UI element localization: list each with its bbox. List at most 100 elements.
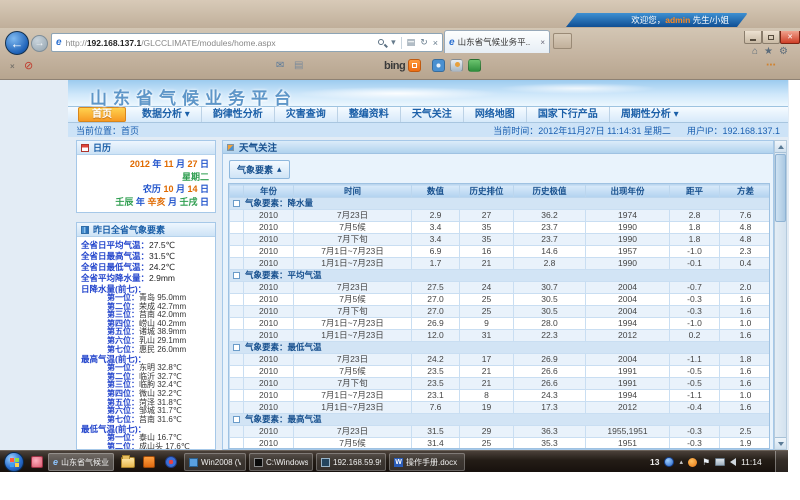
nav-item-rhythm-analysis[interactable]: 韵律性分析 (202, 107, 275, 122)
stop-icon[interactable]: × (433, 38, 438, 48)
table-group-row[interactable]: 气象要素：最低气温 (230, 342, 771, 354)
network-icon[interactable] (715, 458, 725, 466)
taskbar-window-cmd[interactable]: C:\Windows\s... (249, 453, 313, 471)
close-pane-icon[interactable]: × (10, 62, 15, 71)
taskbar-window-word[interactable]: W操作手册.docx ... (389, 453, 465, 471)
camera-icon[interactable] (432, 59, 445, 72)
show-desktop-button[interactable] (775, 451, 788, 473)
back-button[interactable]: ← (5, 31, 29, 55)
table-row[interactable]: 20101月1日~7月23日1.7212.81990-0.10.4 (230, 258, 771, 270)
table-row[interactable]: 20107月23日31.52936.31955,1951-0.32.5 (230, 426, 771, 438)
table-row[interactable]: 20107月1日~7月23日6.91614.61957-1.02.3 (230, 246, 771, 258)
table-row[interactable]: 20107月1日~7月23日23.1824.31994-1.11.0 (230, 390, 771, 402)
person-icon[interactable] (450, 59, 463, 72)
nav-item-disaster-query[interactable]: 灾害查询 (275, 107, 338, 122)
cell: 26.9 (514, 354, 586, 366)
cell: 1994 (586, 390, 670, 402)
table-row[interactable]: 20107月23日2.92736.219742.87.6 (230, 210, 771, 222)
tray-blue-sphere-icon[interactable] (664, 457, 674, 467)
address-bar[interactable]: e http://192.168.137.1/GLCCLIMATE/module… (51, 33, 443, 52)
nav-item-network-map[interactable]: 网络地图 (464, 107, 527, 122)
maximize-button[interactable] (762, 31, 780, 44)
forward-button[interactable]: → (31, 35, 48, 52)
toolbar-orange-icon[interactable] (408, 59, 421, 72)
table-row[interactable]: 20107月下旬27.02530.52004-0.31.6 (230, 306, 771, 318)
volume-icon[interactable] (730, 458, 736, 466)
window-controls: ✕ (744, 31, 800, 44)
settings-gear-icon[interactable]: ⚙ (779, 46, 788, 57)
table-row[interactable]: 20107月5候23.52126.61991-0.51.6 (230, 366, 771, 378)
minimize-button[interactable] (744, 31, 762, 44)
table-group-row[interactable]: 气象要素：最高气温 (230, 414, 771, 426)
im-icon[interactable] (688, 458, 697, 467)
cell: 1.8 (670, 222, 720, 234)
table-row[interactable]: 20107月5候3.43523.719901.84.8 (230, 222, 771, 234)
taskbar-ie-button[interactable]: e 山东省气候业... (48, 453, 114, 471)
bing-logo[interactable]: bing (384, 60, 405, 72)
blocked-content-icon[interactable]: ⊘ (24, 59, 33, 72)
breadcrumb-home-link[interactable]: 首页 (121, 126, 139, 136)
nav-item-home[interactable]: 首页 (78, 107, 126, 122)
search-icon[interactable] (378, 39, 386, 47)
pinned-app-icon[interactable] (31, 456, 43, 468)
home-icon[interactable]: ⌂ (752, 46, 758, 57)
taskbar-window-app[interactable]: Win2008 (VS2... (184, 453, 246, 471)
nav-item-compiled-data[interactable]: 整编资料 (338, 107, 401, 122)
cell: -0.1 (670, 258, 720, 270)
scroll-down-arrow[interactable] (775, 437, 786, 449)
rank-item: 第七位：莒南 31.6℃ (81, 416, 212, 425)
table-group-row[interactable]: 气象要素：降水量 (230, 198, 771, 210)
compatibility-view-icon[interactable]: ▤ (407, 37, 416, 48)
cell: 4.8 (720, 234, 771, 246)
table-row[interactable]: 20101月1日~7月23日7.61917.32012-0.41.6 (230, 402, 771, 414)
nav-item-data-analysis[interactable]: 数据分析 ▾ (131, 107, 202, 122)
addon-puzzle-icon[interactable] (468, 59, 481, 72)
close-button[interactable]: ✕ (780, 31, 800, 44)
table-row[interactable]: 20107月5候27.02530.52004-0.31.6 (230, 294, 771, 306)
start-button[interactable] (4, 452, 24, 472)
nav-item-national-products[interactable]: 国家下行产品 (527, 107, 610, 122)
cell: 17 (460, 354, 514, 366)
table-row[interactable]: 20107月下旬3.43523.719901.84.8 (230, 234, 771, 246)
mail-icon[interactable]: ✉ (276, 60, 284, 71)
tray-clock[interactable]: 11:14 (741, 457, 762, 467)
table-row[interactable]: 20107月5候31.42535.31951-0.31.9 (230, 438, 771, 450)
notification-badge[interactable]: 13 (650, 457, 659, 467)
taskbar-window-rdp[interactable]: 192.168.59.99... (316, 453, 386, 471)
nav-item-weather-watch[interactable]: 天气关注 (401, 107, 464, 122)
refresh-icon[interactable]: ↻ (420, 37, 428, 48)
action-center-flag-icon[interactable]: ⚑ (702, 457, 710, 468)
table-row[interactable]: 20107月下旬23.52126.61991-0.51.6 (230, 378, 771, 390)
tray-expand-icon[interactable]: ▴ (679, 458, 683, 466)
group-checkbox[interactable] (233, 344, 240, 351)
browser-tab[interactable]: e 山东省气候业务平... × (444, 30, 550, 53)
explorer-folder-icon[interactable] (121, 457, 135, 468)
cell: 1月1日~7月23日 (294, 402, 412, 414)
scroll-up-arrow[interactable] (775, 141, 786, 153)
more-options-icon[interactable]: ⋯ (766, 60, 777, 71)
scrollbar-thumb[interactable] (775, 154, 786, 222)
table-row[interactable]: 20107月23日27.52430.72004-0.72.0 (230, 282, 771, 294)
stat-line: 全省日最低气温：24.2℃ (81, 262, 212, 273)
element-dropdown-button[interactable]: 气象要素▴ (229, 160, 290, 179)
favorites-star-icon[interactable]: ★ (764, 46, 773, 57)
table-row[interactable]: 20101月1日~7月23日12.03122.320120.21.6 (230, 330, 771, 342)
table-row[interactable]: 20107月1日~7月23日26.9928.01994-1.01.0 (230, 318, 771, 330)
cell: 7月23日 (294, 282, 412, 294)
group-checkbox[interactable] (233, 416, 240, 423)
page-scrollbar[interactable] (774, 140, 787, 450)
cell: 9 (460, 318, 514, 330)
search-dropdown-icon[interactable]: ▾ (391, 37, 396, 48)
reading-list-icon[interactable]: ▤ (294, 60, 303, 71)
new-tab-button[interactable] (553, 33, 572, 49)
tab-close-icon[interactable]: × (540, 38, 545, 47)
pinned-orange-app-icon[interactable] (143, 456, 155, 468)
group-checkbox[interactable] (233, 200, 240, 207)
table-row[interactable]: 20107月23日24.21726.92004-1.11.8 (230, 354, 771, 366)
pinned-media-app-icon[interactable] (165, 456, 177, 468)
table-group-row[interactable]: 气象要素：平均气温 (230, 270, 771, 282)
cell: 1.6 (720, 378, 771, 390)
nav-item-periodic-analysis[interactable]: 周期性分析 ▾ (610, 107, 690, 122)
cell: 0.4 (720, 258, 771, 270)
group-checkbox[interactable] (233, 272, 240, 279)
